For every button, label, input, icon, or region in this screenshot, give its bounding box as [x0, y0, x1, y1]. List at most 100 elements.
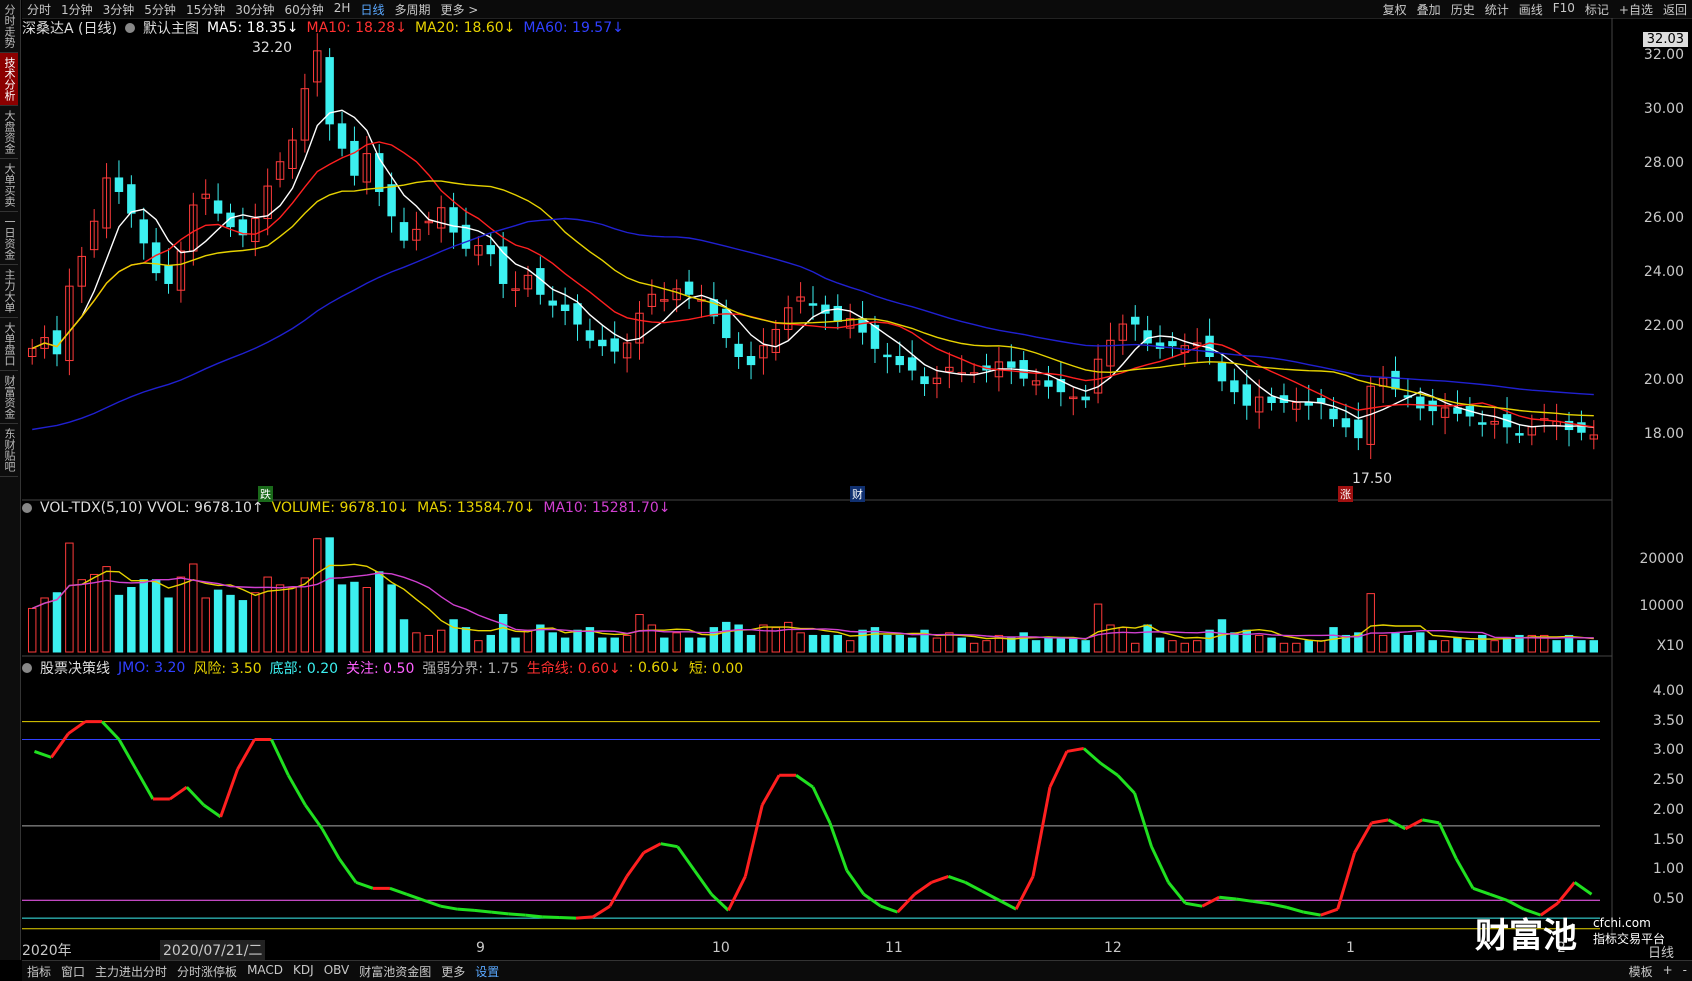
- decision-line-segment: [743, 804, 764, 877]
- indicator-tab-7[interactable]: 财富池资金图: [354, 963, 436, 980]
- volume-bar: [151, 579, 161, 653]
- vol-name: VOL-TDX(5,10) VVOL: 9678.10↑: [40, 500, 264, 516]
- decision-line-segment: [1150, 846, 1170, 884]
- volume-bar: [40, 597, 49, 653]
- indicator-tab-3[interactable]: 分时涨停板: [172, 963, 242, 980]
- indicator-legend: 股票决策线 JMO: 3.20 风险: 3.50 底部: 0.20 关注: 0.…: [22, 658, 743, 678]
- decision-line-segment: [981, 889, 1000, 902]
- ind-name: 股票决策线: [40, 661, 110, 677]
- decision-line-segment: [1219, 895, 1237, 901]
- decision-line-segment: [67, 720, 87, 735]
- x-label: 11: [885, 940, 903, 956]
- decision-line-segment: [1201, 895, 1220, 908]
- decision-line-segment: [423, 898, 442, 908]
- indicator-tab-5[interactable]: KDJ: [288, 963, 319, 980]
- rise-mark[interactable]: 涨: [1338, 486, 1353, 502]
- x-label: 10: [712, 940, 730, 956]
- volume-bar: [932, 637, 942, 653]
- indicator-tab-9[interactable]: 设置: [470, 963, 504, 980]
- candle-body: [486, 245, 495, 255]
- volume-bar: [622, 634, 632, 653]
- volume-bar: [1155, 637, 1165, 653]
- volume-bar: [102, 566, 111, 653]
- volume-bar: [1589, 640, 1599, 653]
- decision-line-segment: [625, 851, 645, 878]
- indicator-tab-2[interactable]: 主力进出分时: [90, 963, 172, 980]
- volume-bar: [845, 640, 855, 653]
- candle-body: [1515, 433, 1524, 436]
- candle-body: [808, 303, 818, 306]
- volume-bar: [1490, 640, 1499, 653]
- template-button-0[interactable]: 模板: [1624, 963, 1658, 980]
- decision-line-segment: [1454, 857, 1475, 890]
- volume-bar: [1118, 627, 1128, 653]
- indicator-tick: 4.00: [1652, 682, 1684, 699]
- decision-line-segment: [592, 904, 611, 919]
- candle-body: [1131, 316, 1140, 325]
- decision-line-segment: [1066, 746, 1085, 753]
- volume-bar: [1552, 640, 1561, 653]
- decision-line-segment: [930, 875, 949, 884]
- volume-bar: [1143, 624, 1152, 653]
- decision-line-segment: [1048, 750, 1069, 788]
- indicator-tab-4[interactable]: MACD: [242, 963, 288, 980]
- volume-bar: [1056, 637, 1066, 653]
- x-label: 12: [1104, 940, 1122, 956]
- decision-line-segment: [1404, 818, 1423, 831]
- template-button-2[interactable]: -: [1678, 963, 1692, 980]
- candle-body: [895, 356, 904, 366]
- decision-line-segment: [1116, 774, 1136, 795]
- decision-line-segment: [1269, 902, 1288, 909]
- indicator-tick: 3.00: [1652, 742, 1684, 759]
- volume-bar: [957, 637, 966, 653]
- volume-settings-icon[interactable]: [22, 503, 32, 513]
- decision-line-segment: [1303, 910, 1322, 917]
- volume-bar: [213, 589, 223, 653]
- volume-bar: [1230, 632, 1239, 653]
- volume-bar: [375, 571, 384, 653]
- decision-line-segment: [440, 904, 458, 911]
- candle-body: [1478, 422, 1487, 425]
- decision-line-segment: [1099, 762, 1119, 777]
- volume-bar: [684, 637, 694, 653]
- volume-bar: [1168, 640, 1177, 653]
- volume-bar: [65, 542, 74, 653]
- ind-jmo: JMO: 3.20: [118, 660, 186, 676]
- finance-mark[interactable]: 财: [850, 486, 865, 502]
- indicator-tab-6[interactable]: OBV: [319, 963, 355, 980]
- decision-line-segment: [1573, 881, 1593, 896]
- volume-bar: [1254, 634, 1264, 653]
- decision-line-segment: [896, 893, 916, 914]
- decision-line-segment: [525, 913, 543, 919]
- volume-bar: [746, 634, 756, 653]
- volume-bar: [883, 634, 892, 653]
- volume-bar: [474, 640, 483, 653]
- volume-bar: [969, 642, 979, 653]
- indicator-settings-icon[interactable]: [22, 663, 32, 673]
- decision-line-segment: [406, 892, 425, 902]
- candle-body: [1354, 419, 1363, 439]
- decision-line-segment: [727, 875, 747, 912]
- vol-ma10: MA10: 15281.70↓: [543, 500, 671, 516]
- indicator-tab-1[interactable]: 窗口: [56, 963, 90, 980]
- indicator-tab-8[interactable]: 更多: [436, 963, 470, 980]
- volume-bar: [1007, 637, 1016, 653]
- decision-line-segment: [270, 738, 290, 776]
- decision-line-segment: [880, 904, 899, 914]
- volume-bar: [288, 587, 297, 653]
- candle-body: [1007, 361, 1016, 368]
- chart-canvas[interactable]: [0, 0, 1692, 980]
- decision-line-segment: [355, 880, 374, 890]
- volume-bar: [313, 538, 322, 653]
- template-button-1[interactable]: +: [1658, 963, 1678, 980]
- volume-bar: [325, 537, 334, 653]
- indicator-tab-0[interactable]: 指标: [22, 963, 56, 980]
- candle-body: [1267, 396, 1276, 403]
- volume-bar: [982, 640, 991, 653]
- volume-bar: [486, 634, 495, 653]
- decision-line-segment: [710, 893, 730, 912]
- decision-line-segment: [236, 738, 256, 771]
- decision-line-segment: [1014, 875, 1035, 910]
- decision-line-segment: [304, 804, 324, 830]
- indicator-tick: 1.00: [1652, 861, 1684, 878]
